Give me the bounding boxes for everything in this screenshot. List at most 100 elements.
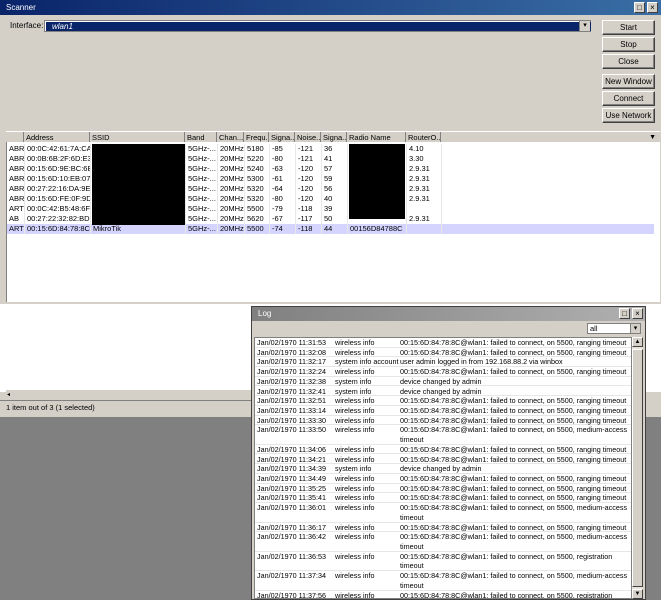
log-time: Jan/02/1970 11:36:53 [257,551,327,561]
log-filter-select[interactable]: all ▾ [587,323,641,334]
log-time: Jan/02/1970 11:34:39 [257,464,327,474]
log-message: 00:15:6D:84:78:8C@wlan1: failed to conne… [400,493,627,503]
log-time: Jan/02/1970 11:37:34 [257,571,327,581]
start-button[interactable]: Start [602,20,655,35]
scroll-up-icon[interactable]: ▲ [632,337,643,347]
connect-button[interactable]: Connect [602,91,655,106]
cell-chan: 20MHz [220,144,245,154]
log-time: Jan/02/1970 11:34:06 [257,444,327,454]
cell-router: 2.9.31 [407,184,442,194]
cell-radio: 00156D84788C [348,224,407,234]
log-entry[interactable]: Jan/02/1970 11:33:50 wireless info 00:15:6… [255,425,631,445]
cell-chan: 20MHz [220,164,245,174]
log-entry[interactable]: Jan/02/1970 11:36:42 wireless info 00:15:6… [255,532,631,552]
log-message: 00:15:6D:84:78:8C@wlan1: failed to conne… [400,503,628,522]
log-entry[interactable]: Jan/02/1970 11:35:25 wireless info 00:15:6… [255,483,631,494]
cell-band: 5GHz-... [186,174,218,184]
maximize-icon[interactable]: □ [634,2,645,13]
log-entry[interactable]: Jan/02/1970 11:32:51 wireless info 00:15:6… [255,396,631,406]
log-list: Jan/02/1970 11:31:53 wireless info 00:15:6… [254,337,632,599]
log-entry[interactable]: Jan/02/1970 11:36:17 wireless info 00:15:6… [255,522,631,533]
close-button[interactable]: Close [602,54,655,69]
log-entry[interactable]: Jan/02/1970 11:34:39 system info device ch… [255,464,631,474]
log-time: Jan/02/1970 11:36:01 [257,503,327,512]
cell-noise: -118 [296,224,322,234]
log-time: Jan/02/1970 11:35:41 [257,493,327,503]
log-entry[interactable]: Jan/02/1970 11:33:14 wireless info 00:15:6… [255,405,631,416]
cell-router: 2.9.31 [407,164,442,174]
log-time: Jan/02/1970 11:35:25 [257,483,327,493]
log-time: Jan/02/1970 11:37:56 [257,590,327,599]
log-entry[interactable]: Jan/02/1970 11:32:24 wireless info 00:15:6… [255,367,631,377]
new-window-button[interactable]: New Window [602,74,655,89]
log-message: 00:15:6D:84:78:8C@wlan1: failed to conne… [400,405,627,415]
log-titlebar[interactable]: Log □ × [252,307,645,321]
scanner-table: ABR00:0C:42:61:7A:CAl5GHz-...20MHz5180-8… [6,142,660,302]
table-row[interactable]: ART 00:15:6D:84:78:8C MikroTik 5GHz-... 20MH… [7,224,654,234]
close-icon[interactable]: × [647,2,658,13]
log-entry[interactable]: Jan/02/1970 11:35:41 wireless info 00:15:6… [255,493,631,503]
maximize-icon[interactable]: □ [619,308,630,319]
use-network-button[interactable]: Use Network [602,108,655,123]
log-entry[interactable]: Jan/02/1970 11:36:53 wireless info 00:15:6… [255,551,631,572]
cell-snr: 40 [322,194,348,204]
cell-snr: 59 [322,174,348,184]
scrollbar-thumb[interactable] [632,349,643,587]
log-entry[interactable]: Jan/02/1970 11:33:30 wireless info 00:15:6… [255,415,631,426]
scanner-titlebar[interactable]: Scanner □ × [0,0,661,15]
vertical-scrollbar[interactable]: ▲ ▼ [631,337,643,599]
cell-router: 2.9.31 [407,174,442,184]
cell-noise: -120 [296,174,322,184]
log-entry[interactable]: Jan/02/1970 11:32:17 system info account u… [255,357,631,368]
scroll-left-icon[interactable]: ◂ [7,390,10,400]
log-message: 00:15:6D:84:78:8C@wlan1: failed to conne… [400,571,628,590]
cell-signal: -64 [270,184,296,194]
log-topic: wireless info [335,473,375,483]
log-entry[interactable]: Jan/02/1970 11:32:08 wireless info 00:15:6… [255,348,631,358]
chevron-down-icon[interactable]: ▾ [630,323,641,334]
cell-address: 00:0C:42:61:7A:CA [27,144,91,154]
log-entry[interactable]: Jan/02/1970 11:34:21 wireless info 00:15:6… [255,455,631,465]
status-text: 1 item out of 3 (1 selected) [6,403,95,412]
cell-flags: ART [9,224,25,234]
log-time: Jan/02/1970 11:32:51 [257,396,327,406]
cell-freq: 5320 [245,194,270,204]
log-topic: wireless info [335,532,375,542]
horizontal-scrollbar[interactable]: ◂ [6,390,251,400]
log-entry[interactable]: Jan/02/1970 11:32:38 system info device ch… [255,377,631,387]
cell-address: 00:15:6D:9E:BC:6B [27,164,91,174]
cell-freq: 5500 [245,224,270,234]
log-topic: system info [335,386,372,396]
log-entry[interactable]: Jan/02/1970 11:34:06 wireless info 00:15:6… [255,444,631,455]
scanner-table-header: Address SSID Band Chan... Frequ... Signa… [6,131,660,143]
stop-button[interactable]: Stop [602,37,655,52]
cell-band: 5GHz-... [186,184,218,194]
scroll-down-icon[interactable]: ▼ [632,589,643,599]
cell-flags: AB [7,214,25,224]
cell-band: 5GHz-... [186,194,218,204]
cell-snr: 36 [322,144,348,154]
log-topic: wireless info [335,396,375,406]
cell-address: 00:15:6D:10:EB:07 [27,174,91,184]
cell-flags: ABR [9,194,25,204]
log-entry[interactable]: Jan/02/1970 11:32:41 system info device ch… [255,386,631,397]
log-entry[interactable]: Jan/02/1970 11:36:01 wireless info 00:15:6… [255,503,631,523]
log-time: Jan/02/1970 11:32:24 [257,367,327,377]
status-bar: 1 item out of 3 (1 selected) [0,400,252,415]
log-entry[interactable]: Jan/02/1970 11:37:34 wireless info 00:15:6… [255,571,631,591]
cell-router [407,224,442,234]
cell-snr: 50 [322,214,348,224]
log-entry[interactable]: Jan/02/1970 11:34:49 wireless info 00:15:6… [255,473,631,484]
close-icon[interactable]: × [632,308,643,319]
log-time: Jan/02/1970 11:33:30 [257,415,327,425]
log-entry[interactable]: Jan/02/1970 11:31:53 wireless info 00:15:6… [255,338,631,348]
chevron-down-icon[interactable]: ▾ [579,21,590,31]
log-topic: system info account [335,357,399,367]
log-topic: wireless info [335,551,375,561]
log-entry[interactable]: Jan/02/1970 11:37:56 wireless info 00:15:6… [255,590,631,599]
interface-select[interactable]: wlan1 ▾ [44,20,591,32]
cell-address: 00:15:6D:84:78:8C [27,224,91,234]
log-topic: wireless info [335,522,375,532]
cell-chan: 20MHz [220,184,245,194]
cell-flags: ABR [9,164,25,174]
